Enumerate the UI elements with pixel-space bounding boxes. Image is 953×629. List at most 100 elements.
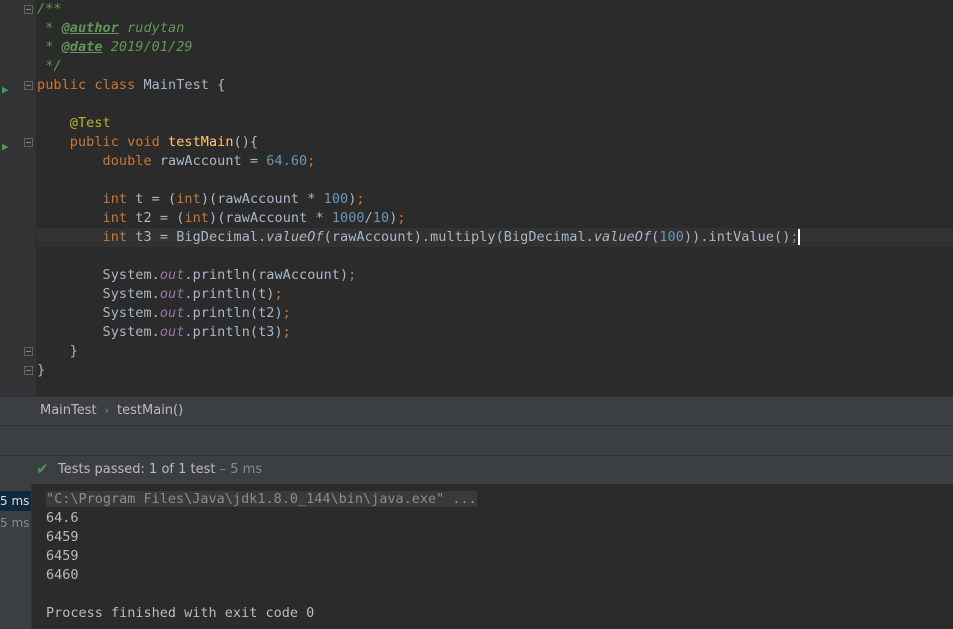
breadcrumb: MainTest › testMain() — [0, 396, 953, 425]
code-line[interactable] — [37, 95, 953, 114]
code-token: int — [184, 210, 209, 226]
code-token: } — [37, 343, 78, 359]
code-token: ; — [282, 324, 291, 340]
code-token: out — [159, 305, 185, 321]
console-output-line: 6459 — [46, 548, 79, 564]
code-line[interactable]: System.out.println(rawAccount); — [37, 266, 953, 285]
code-line[interactable] — [37, 171, 953, 190]
code-line[interactable]: double rawAccount = 64.60; — [37, 152, 953, 171]
code-token: public void — [69, 134, 169, 150]
check-icon: ✔ — [36, 460, 49, 478]
code-line[interactable]: */ — [37, 57, 953, 76]
code-token: * — [37, 39, 62, 55]
code-line[interactable]: /** — [37, 0, 953, 19]
code-token: 10 — [372, 210, 390, 226]
code-line[interactable] — [37, 247, 953, 266]
code-token: @Test — [69, 115, 111, 131]
code-token: valueOf — [593, 229, 652, 245]
code-token: 100 — [323, 191, 349, 207]
code-token: 64.60 — [266, 153, 308, 169]
code-token: 2019/01/29 — [102, 39, 193, 55]
code-token: } — [37, 362, 46, 378]
code-token: valueOf — [266, 229, 324, 245]
code-token: out — [159, 267, 185, 283]
code-token: 1000 — [331, 210, 365, 226]
code-token: @author — [61, 20, 119, 36]
code-line[interactable]: } — [37, 342, 953, 361]
code-line[interactable]: System.out.println(t); — [37, 285, 953, 304]
code-token: ; — [282, 305, 291, 321]
code-token: ; — [356, 191, 365, 207]
code-line[interactable]: * @author rudytan — [37, 19, 953, 38]
code-token: .println(t2) — [184, 305, 283, 321]
code-line[interactable]: int t3 = BigDecimal.valueOf(rawAccount).… — [37, 228, 953, 247]
fold-marker-icon[interactable] — [24, 5, 33, 14]
code-token: System. — [37, 286, 160, 302]
code-line[interactable]: int t = (int)(rawAccount * 100); — [37, 190, 953, 209]
code-token: MainTest { — [143, 77, 226, 93]
code-token: System. — [37, 324, 160, 340]
code-token: .println(t3) — [184, 324, 283, 340]
code-line[interactable]: * @date 2019/01/29 — [37, 38, 953, 57]
code-token: )).intValue() — [683, 229, 791, 245]
chevron-right-icon: › — [104, 404, 110, 417]
code-token: t3 = BigDecimal. — [135, 229, 267, 245]
code-line[interactable]: System.out.println(t3); — [37, 323, 953, 342]
console-command[interactable]: "C:\Program Files\Java\jdk1.8.0_144\bin\… — [46, 491, 477, 507]
code-token: rawAccount = — [159, 153, 267, 169]
code-token: out — [159, 324, 185, 340]
test-status-bar: ✔ Tests passed: 1 of 1 test – 5 ms — [0, 455, 953, 484]
code-line[interactable]: int t2 = (int)(rawAccount * 1000/10); — [37, 209, 953, 228]
text-caret — [797, 229, 800, 245]
code-token: t = ( — [135, 191, 177, 207]
code-token: (rawAccount).multiply(BigDecimal. — [323, 229, 594, 245]
run-class-gutter-icon[interactable]: ▶ — [2, 84, 9, 95]
code-token: rudytan — [118, 20, 185, 36]
code-line[interactable]: } — [37, 361, 953, 380]
fold-marker-icon[interactable] — [24, 366, 33, 375]
test-status-text: Tests passed: 1 of 1 test – 5 ms — [58, 456, 262, 483]
code-token: out — [159, 286, 185, 302]
code-token: ; — [274, 286, 283, 302]
code-line[interactable]: System.out.println(t2); — [37, 304, 953, 323]
console-exit-message: Process finished with exit code 0 — [46, 605, 315, 621]
console-output-line: 6459 — [46, 529, 79, 545]
code-line[interactable]: public class MainTest { — [37, 76, 953, 95]
test-tree-row[interactable]: 5 ms — [0, 513, 31, 533]
status-mid: of 1 test — [157, 462, 216, 477]
fold-marker-icon[interactable] — [24, 81, 33, 90]
code-editor[interactable]: ▶ ▶ /** * @author rudytan * @date 2019/0… — [0, 0, 953, 396]
breadcrumb-method[interactable]: testMain() — [117, 403, 183, 418]
console-output[interactable]: "C:\Program Files\Java\jdk1.8.0_144\bin\… — [32, 484, 953, 629]
code-token: int — [176, 191, 201, 207]
code-token: System. — [37, 267, 160, 283]
test-tree: 5 ms 5 ms — [0, 484, 32, 629]
code-token: * — [37, 20, 62, 36]
status-duration: – 5 ms — [215, 462, 263, 477]
test-tree-row[interactable]: 5 ms — [0, 491, 31, 511]
run-toolbar-area — [0, 425, 953, 455]
code-line[interactable]: @Test — [37, 114, 953, 133]
code-token: public class — [37, 77, 144, 93]
breadcrumb-class[interactable]: MainTest — [40, 403, 97, 418]
run-method-gutter-icon[interactable]: ▶ — [2, 141, 9, 152]
code-token: int — [102, 229, 136, 245]
editor-gutter: ▶ ▶ — [0, 0, 36, 396]
code-token: double — [102, 153, 160, 169]
code-token: System. — [37, 305, 160, 321]
console-output-line: 6460 — [46, 567, 79, 583]
fold-marker-icon[interactable] — [24, 138, 33, 147]
code-token: t2 = ( — [135, 210, 185, 226]
code-line[interactable]: public void testMain(){ — [37, 133, 953, 152]
code-token: int — [102, 191, 136, 207]
fold-marker-icon[interactable] — [24, 347, 33, 356]
code-token: )(rawAccount * — [200, 191, 324, 207]
code-lines[interactable]: /** * @author rudytan * @date 2019/01/29… — [37, 0, 953, 380]
code-token: testMain — [168, 134, 234, 150]
code-token: ; — [397, 210, 406, 226]
code-token: ; — [307, 153, 316, 169]
